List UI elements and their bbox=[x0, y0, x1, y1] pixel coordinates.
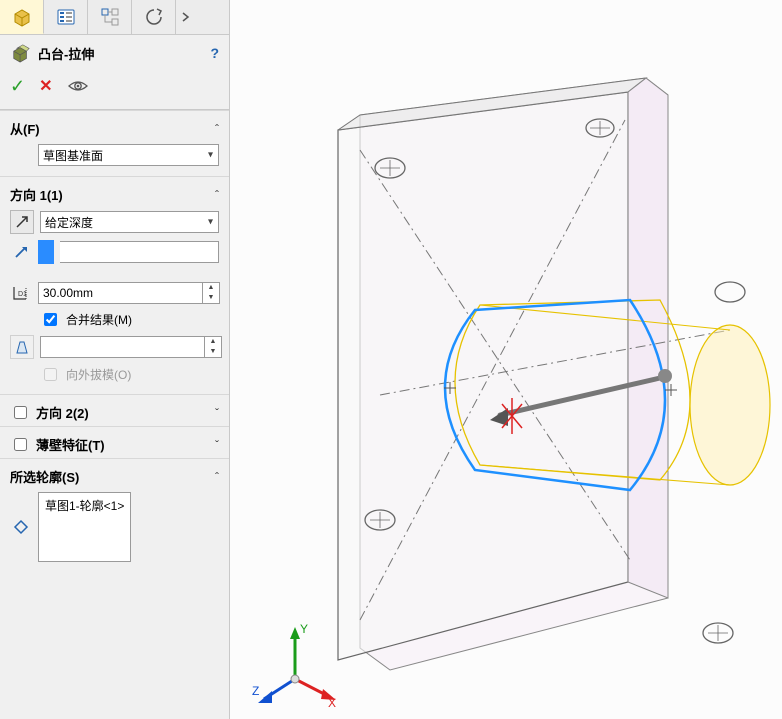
dimension-depth-icon: D1 bbox=[11, 284, 31, 302]
depth-icon: D1 bbox=[10, 282, 32, 304]
reverse-direction-button[interactable] bbox=[10, 210, 34, 234]
thin-checkbox[interactable] bbox=[14, 438, 27, 451]
from-label: 从(F) bbox=[10, 119, 40, 138]
spin-up[interactable]: ▲ bbox=[203, 283, 219, 293]
depth-spinner[interactable]: ▲ ▼ bbox=[38, 282, 220, 304]
direction2-checkbox[interactable] bbox=[14, 406, 27, 419]
feature-header: 凸台-拉伸 ? bbox=[0, 35, 229, 67]
collapse-icon: ˆ bbox=[215, 470, 219, 484]
tab-configuration-manager[interactable] bbox=[88, 0, 132, 34]
from-section-header[interactable]: 从(F) ˆ bbox=[0, 110, 229, 142]
tab-feature-manager[interactable] bbox=[0, 0, 44, 34]
expand-icon: ˇ bbox=[215, 438, 219, 452]
help-button[interactable]: ? bbox=[210, 45, 219, 61]
thin-label: 薄壁特征(T) bbox=[36, 435, 105, 454]
ok-button[interactable]: ✓ bbox=[10, 76, 25, 97]
arrow-ne-icon bbox=[13, 244, 29, 260]
expand-icon: ˇ bbox=[215, 406, 219, 420]
direction-vector-field[interactable] bbox=[60, 241, 219, 263]
thin-section-header[interactable]: 薄壁特征(T) ˇ bbox=[0, 426, 229, 458]
tab-dimxpert[interactable] bbox=[132, 0, 176, 34]
tab-property-manager[interactable] bbox=[44, 0, 88, 34]
draft-angle-icon bbox=[14, 339, 30, 355]
graphics-viewport[interactable]: Y X Z bbox=[230, 0, 782, 719]
merge-result-checkbox[interactable] bbox=[44, 313, 57, 326]
draft-icon[interactable] bbox=[10, 335, 34, 359]
action-bar: ✓ ✕ bbox=[0, 67, 229, 110]
merge-result-label: 合并结果(M) bbox=[66, 311, 132, 328]
spin-down[interactable]: ▼ bbox=[205, 347, 221, 357]
draft-outward-label: 向外拔模(O) bbox=[66, 366, 131, 383]
reload-icon bbox=[143, 6, 165, 28]
manager-tabs bbox=[0, 0, 229, 35]
list-icon bbox=[55, 6, 77, 28]
collapse-icon: ˆ bbox=[215, 188, 219, 202]
spin-down[interactable]: ▼ bbox=[203, 293, 219, 303]
spin-up[interactable]: ▲ bbox=[205, 337, 221, 347]
tab-overflow[interactable] bbox=[176, 0, 196, 34]
contours-label: 所选轮廓(S) bbox=[10, 467, 79, 486]
boss-extrude-icon bbox=[10, 42, 32, 64]
draft-outward-row: 向外拔模(O) bbox=[10, 365, 219, 384]
cancel-button[interactable]: ✕ bbox=[39, 76, 52, 96]
direction1-label: 方向 1(1) bbox=[10, 185, 63, 204]
merge-result-row[interactable]: 合并结果(M) bbox=[10, 310, 219, 329]
reverse-arrow-icon bbox=[14, 214, 30, 230]
direction-vector-button[interactable] bbox=[10, 241, 32, 263]
axis-y-label: Y bbox=[300, 622, 308, 636]
contour-icon bbox=[10, 516, 32, 538]
diamond-icon bbox=[13, 519, 29, 535]
tree-icon bbox=[99, 6, 121, 28]
direction2-label: 方向 2(2) bbox=[36, 403, 89, 422]
contour-item[interactable]: 草图1-轮廓<1> bbox=[45, 499, 124, 513]
axis-z-label: Z bbox=[252, 684, 259, 698]
axis-x-label: X bbox=[328, 696, 336, 709]
depth-input[interactable] bbox=[39, 283, 202, 303]
draft-spinner[interactable]: ▲ ▼ bbox=[40, 336, 222, 358]
cube-icon bbox=[11, 6, 33, 28]
chevron-right-icon bbox=[181, 6, 191, 28]
eye-icon bbox=[67, 78, 89, 94]
detailed-preview-button[interactable] bbox=[67, 75, 89, 97]
model-scene bbox=[230, 0, 782, 719]
draft-outward-checkbox bbox=[44, 368, 57, 381]
end-condition-select[interactable] bbox=[40, 211, 219, 233]
contour-listbox[interactable]: 草图1-轮廓<1> bbox=[38, 492, 131, 562]
from-select[interactable] bbox=[38, 144, 219, 166]
direction-vector-field-active[interactable] bbox=[38, 240, 54, 264]
direction1-section-header[interactable]: 方向 1(1) ˆ bbox=[0, 176, 229, 208]
orientation-triad[interactable]: Y X Z bbox=[250, 619, 340, 709]
feature-title: 凸台-拉伸 bbox=[38, 44, 204, 63]
direction2-section-header[interactable]: 方向 2(2) ˇ bbox=[0, 394, 229, 426]
draft-input[interactable] bbox=[41, 337, 204, 357]
collapse-icon: ˆ bbox=[215, 122, 219, 136]
contours-section-header[interactable]: 所选轮廓(S) ˆ bbox=[0, 458, 229, 490]
property-panel: 凸台-拉伸 ? ✓ ✕ 从(F) ˆ ▾ bbox=[0, 0, 230, 719]
